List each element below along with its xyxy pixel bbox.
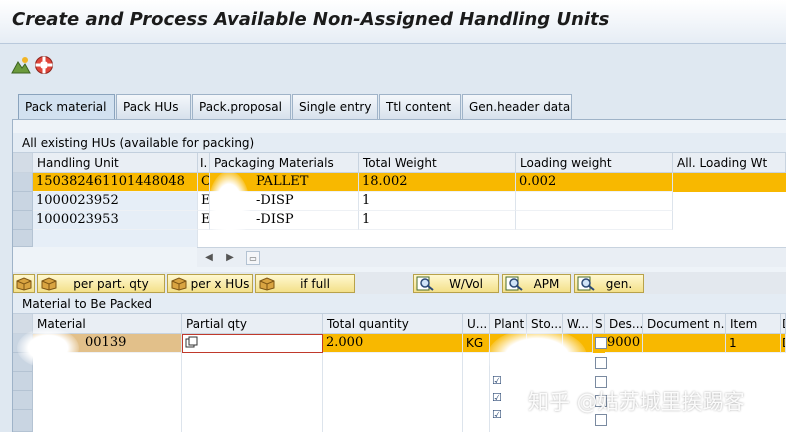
select-all-corner[interactable]: [13, 153, 33, 173]
col-i[interactable]: I.: [198, 153, 210, 173]
col-partial-qty[interactable]: Partial qty: [182, 314, 323, 334]
box-icon: [16, 277, 32, 291]
pack-per-part-qty-button[interactable]: per part. qty: [37, 274, 165, 293]
total-quantity: 2.000: [323, 334, 463, 353]
row-selector[interactable]: [13, 192, 33, 211]
empty-column: [182, 353, 323, 432]
tab-pack-material[interactable]: Pack material: [18, 94, 115, 120]
hu-section-title: All existing HUs (available for packing): [13, 133, 786, 153]
loading-weight: [516, 192, 673, 211]
row-selector[interactable]: [13, 410, 33, 432]
item: 1: [726, 334, 781, 353]
hu-table: Handling Unit I. Packaging Materials Tot…: [13, 153, 786, 247]
scroll-thumb[interactable]: ▭: [246, 251, 260, 265]
hu-i: C: [198, 173, 210, 192]
document-number: [643, 334, 726, 353]
col-total-quantity[interactable]: Total quantity: [323, 314, 463, 334]
row-selector[interactable]: [13, 372, 33, 391]
unit: KG: [463, 334, 490, 353]
col-document-number[interactable]: Document n...: [643, 314, 726, 334]
title-bar: Create and Process Available Non-Assigne…: [0, 0, 786, 44]
watermark-text: 知乎 @姑苏城里挨踢客: [528, 390, 745, 414]
tab-single-entry[interactable]: Single entry: [292, 94, 378, 119]
pack-if-full-button[interactable]: if full: [255, 274, 355, 293]
application-toolbar: [0, 45, 786, 85]
total-weight: 18.002: [359, 173, 516, 192]
tab-ttl-content[interactable]: Ttl content: [379, 94, 461, 119]
col-total-weight[interactable]: Total Weight: [359, 153, 516, 173]
pack-per-x-hus-button[interactable]: per x HUs: [167, 274, 253, 293]
redaction-blur: [487, 328, 587, 386]
tab-gen-header-data[interactable]: Gen.header data: [462, 94, 572, 119]
mountain-icon[interactable]: [11, 55, 31, 75]
tab-pack-proposal[interactable]: Pack.proposal: [192, 94, 291, 119]
copy-icon[interactable]: [185, 336, 199, 348]
col-all-loading-wt[interactable]: All. Loading Wt: [673, 153, 786, 173]
loading-weight: [516, 211, 673, 230]
hu-number: 150382461101448048: [33, 173, 198, 192]
total-weight: 1: [359, 192, 516, 211]
col-d[interactable]: D: [781, 314, 786, 334]
col-destination[interactable]: Des...: [605, 314, 643, 334]
tab-pack-hus[interactable]: Pack HUs: [116, 94, 191, 119]
row-selector[interactable]: [13, 391, 33, 410]
hu-number[interactable]: 1000023952: [33, 192, 198, 211]
redaction-blur: [17, 328, 79, 368]
total-weight: 1: [359, 211, 516, 230]
row-selector[interactable]: [13, 230, 33, 247]
col-loading-weight[interactable]: Loading weight: [516, 153, 673, 173]
check-icon: ☑ ☑ ☑: [492, 374, 502, 421]
hu-number[interactable]: [33, 230, 198, 247]
pack-button-bar: per part. qty per x HUs if full W/Vol AP…: [13, 272, 786, 294]
col-s[interactable]: S: [593, 314, 605, 334]
redaction-blur: [208, 171, 250, 243]
lifebuoy-icon[interactable]: [34, 55, 54, 75]
row-selector[interactable]: [13, 173, 33, 192]
page-title: Create and Process Available Non-Assigne…: [12, 9, 610, 30]
box-icon: [41, 277, 57, 291]
pack-box-button[interactable]: [13, 274, 35, 293]
apm-button[interactable]: APM: [502, 274, 571, 293]
s-checkbox[interactable]: [595, 357, 607, 369]
destination: 9000: [605, 334, 643, 353]
w-vol-button[interactable]: W/Vol: [413, 274, 499, 293]
col-packaging-materials[interactable]: Packaging Materials: [210, 153, 359, 173]
gen-button[interactable]: gen.: [574, 274, 644, 293]
hu-number[interactable]: 1000023953: [33, 211, 198, 230]
material-section-title: Material to Be Packed: [13, 294, 786, 314]
empty-column: [463, 353, 490, 432]
scroll-left-icon[interactable]: ◀: [202, 251, 216, 265]
row-selector[interactable]: [13, 211, 33, 230]
col-warehouse[interactable]: W...: [563, 314, 593, 334]
magnifier-icon: [416, 276, 434, 291]
magnifier-icon: [505, 276, 523, 291]
col-handling-unit[interactable]: Handling Unit: [33, 153, 198, 173]
col-item[interactable]: Item: [726, 314, 781, 334]
magnifier-icon: [577, 276, 595, 291]
d-value: D: [781, 334, 786, 353]
scroll-right-icon[interactable]: ▶: [223, 251, 237, 265]
loading-weight: 0.002: [516, 173, 673, 192]
empty-column: [323, 353, 463, 432]
col-unit[interactable]: U...: [463, 314, 490, 334]
partial-qty-input[interactable]: [182, 334, 323, 353]
hu-table-scrollbar[interactable]: ◀ ▶ ▭: [197, 247, 786, 267]
box-icon: [259, 277, 275, 291]
box-icon: [171, 277, 187, 291]
